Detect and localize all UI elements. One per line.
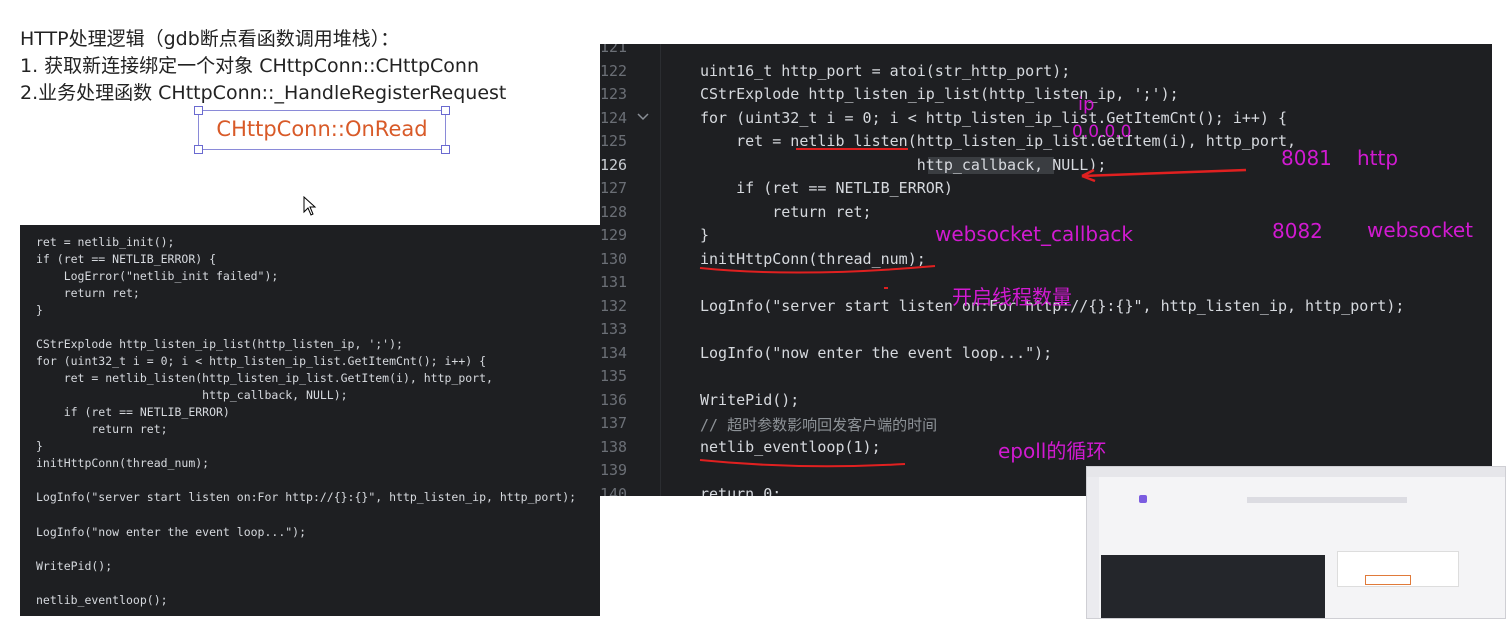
thumbnail-box — [1365, 575, 1411, 585]
arrow-to-http-callback — [1081, 168, 1247, 178]
annotation-zeros: 0.0.0.0 — [1072, 122, 1132, 142]
underline-eventloop — [699, 459, 906, 468]
underline-inithttpconn — [699, 265, 936, 274]
annotation-port-ws: 8082 — [1272, 219, 1323, 243]
annotation-threads: 开启线程数量 — [952, 285, 1072, 309]
annotation-ip: ip — [1078, 94, 1095, 115]
annotation-proto-ws: websocket — [1367, 218, 1474, 242]
presenter-video-thumbnail[interactable] — [1086, 466, 1506, 619]
annotation-proto-http: http — [1357, 146, 1399, 170]
annotation-port-http: 8081 — [1281, 146, 1332, 170]
thumbnail-accent-icon — [1139, 495, 1147, 503]
thumbnail-toolbar — [1247, 497, 1407, 503]
thumbnail-code-area — [1101, 555, 1325, 618]
annotation-epoll: epoll的循环 — [998, 439, 1107, 463]
thumbnail-sidebar — [1087, 477, 1099, 618]
thumbnail-titlebar — [1087, 467, 1505, 477]
annotation-ws-callback: websocket_callback — [935, 222, 1133, 246]
